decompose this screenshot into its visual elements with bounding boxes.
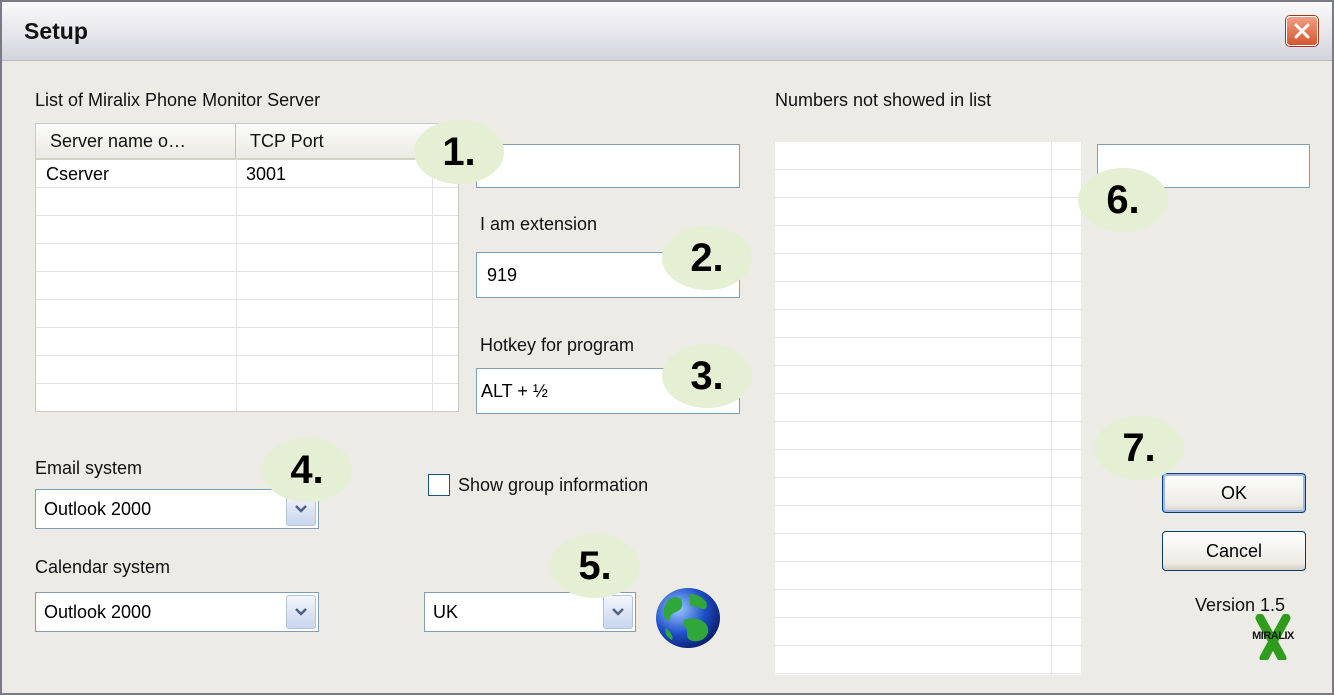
list-item[interactable]: [775, 142, 1081, 170]
show-group-label[interactable]: Show group information: [458, 475, 648, 496]
callout-7: 7.: [1094, 416, 1184, 480]
table-row[interactable]: [36, 300, 458, 328]
logo-text: MIRALIX: [1252, 630, 1294, 642]
extension-label: I am extension: [480, 214, 598, 234]
list-item[interactable]: [775, 422, 1081, 450]
email-system-value: Outlook 2000: [44, 499, 152, 519]
language-value: UK: [433, 602, 459, 622]
server-list-label: List of Miralix Phone Monitor Server: [35, 90, 321, 110]
table-row[interactable]: [36, 328, 458, 356]
list-item[interactable]: [775, 310, 1081, 338]
table-row[interactable]: [36, 272, 458, 300]
server-name-cell: Cserver: [46, 164, 110, 184]
list-item[interactable]: [775, 226, 1081, 254]
excluded-numbers-label: Numbers not showed in list: [775, 90, 992, 110]
list-item[interactable]: [775, 170, 1081, 198]
list-item[interactable]: [775, 254, 1081, 282]
callout-5: 5.: [550, 534, 640, 598]
callout-1: 1.: [414, 120, 504, 184]
globe-icon: [656, 588, 720, 648]
list-item[interactable]: [775, 394, 1081, 422]
title-bar: Setup: [2, 2, 1332, 61]
callout-3: 3.: [662, 344, 752, 408]
list-item[interactable]: [775, 198, 1081, 226]
list-item[interactable]: [775, 562, 1081, 590]
table-row[interactable]: [36, 244, 458, 272]
list-item[interactable]: [775, 338, 1081, 366]
cancel-button[interactable]: Cancel: [1162, 531, 1306, 571]
calendar-system-value: Outlook 2000: [44, 602, 152, 622]
callout-6: 6.: [1078, 168, 1168, 232]
ok-button[interactable]: OK: [1162, 473, 1306, 513]
list-item[interactable]: [775, 506, 1081, 534]
table-row[interactable]: [36, 216, 458, 244]
calendar-dropdown-button[interactable]: [286, 595, 316, 629]
miralix-logo: MIRALIX: [1240, 614, 1306, 660]
callout-2: 2.: [662, 226, 752, 290]
list-item[interactable]: [775, 590, 1081, 618]
list-item[interactable]: [775, 282, 1081, 310]
show-group-checkbox[interactable]: [428, 474, 450, 496]
excluded-numbers-list[interactable]: [775, 142, 1081, 675]
language-dropdown-button[interactable]: [603, 595, 633, 629]
email-system-select[interactable]: Outlook 2000: [35, 489, 319, 529]
list-item[interactable]: [775, 534, 1081, 562]
setup-dialog: Setup List of Miralix Phone Monitor Serv…: [0, 0, 1334, 695]
window-title: Setup: [24, 18, 88, 44]
tcp-port-cell: 3001: [246, 164, 287, 184]
column-header-tcp-port[interactable]: TCP Port: [236, 124, 436, 158]
server-list[interactable]: Server name o… TCP Port Cserver 3001: [35, 123, 459, 412]
language-select[interactable]: UK: [424, 592, 636, 632]
hotkey-label: Hotkey for program: [480, 335, 635, 355]
close-icon: [1294, 23, 1310, 39]
column-header-server-name[interactable]: Server name o…: [36, 124, 236, 158]
chevron-down-icon: [612, 608, 624, 616]
list-item[interactable]: [775, 366, 1081, 394]
chevron-down-icon: [295, 608, 307, 616]
chevron-down-icon: [295, 505, 307, 513]
table-row[interactable]: Cserver 3001: [36, 160, 458, 188]
callout-4: 4.: [262, 438, 352, 502]
calendar-system-label: Calendar system: [35, 557, 171, 577]
list-item[interactable]: [775, 618, 1081, 646]
table-row[interactable]: [36, 356, 458, 384]
table-row[interactable]: [36, 384, 458, 411]
calendar-system-select[interactable]: Outlook 2000: [35, 592, 319, 632]
list-item[interactable]: [775, 646, 1081, 674]
server-name-input[interactable]: [476, 144, 740, 188]
email-system-label: Email system: [35, 458, 143, 478]
list-item[interactable]: [775, 450, 1081, 478]
list-item[interactable]: [775, 478, 1081, 506]
close-button[interactable]: [1286, 16, 1318, 46]
table-row[interactable]: [36, 188, 458, 216]
server-list-header: Server name o… TCP Port: [36, 124, 458, 160]
version-label: Version 1.5: [1195, 595, 1286, 615]
